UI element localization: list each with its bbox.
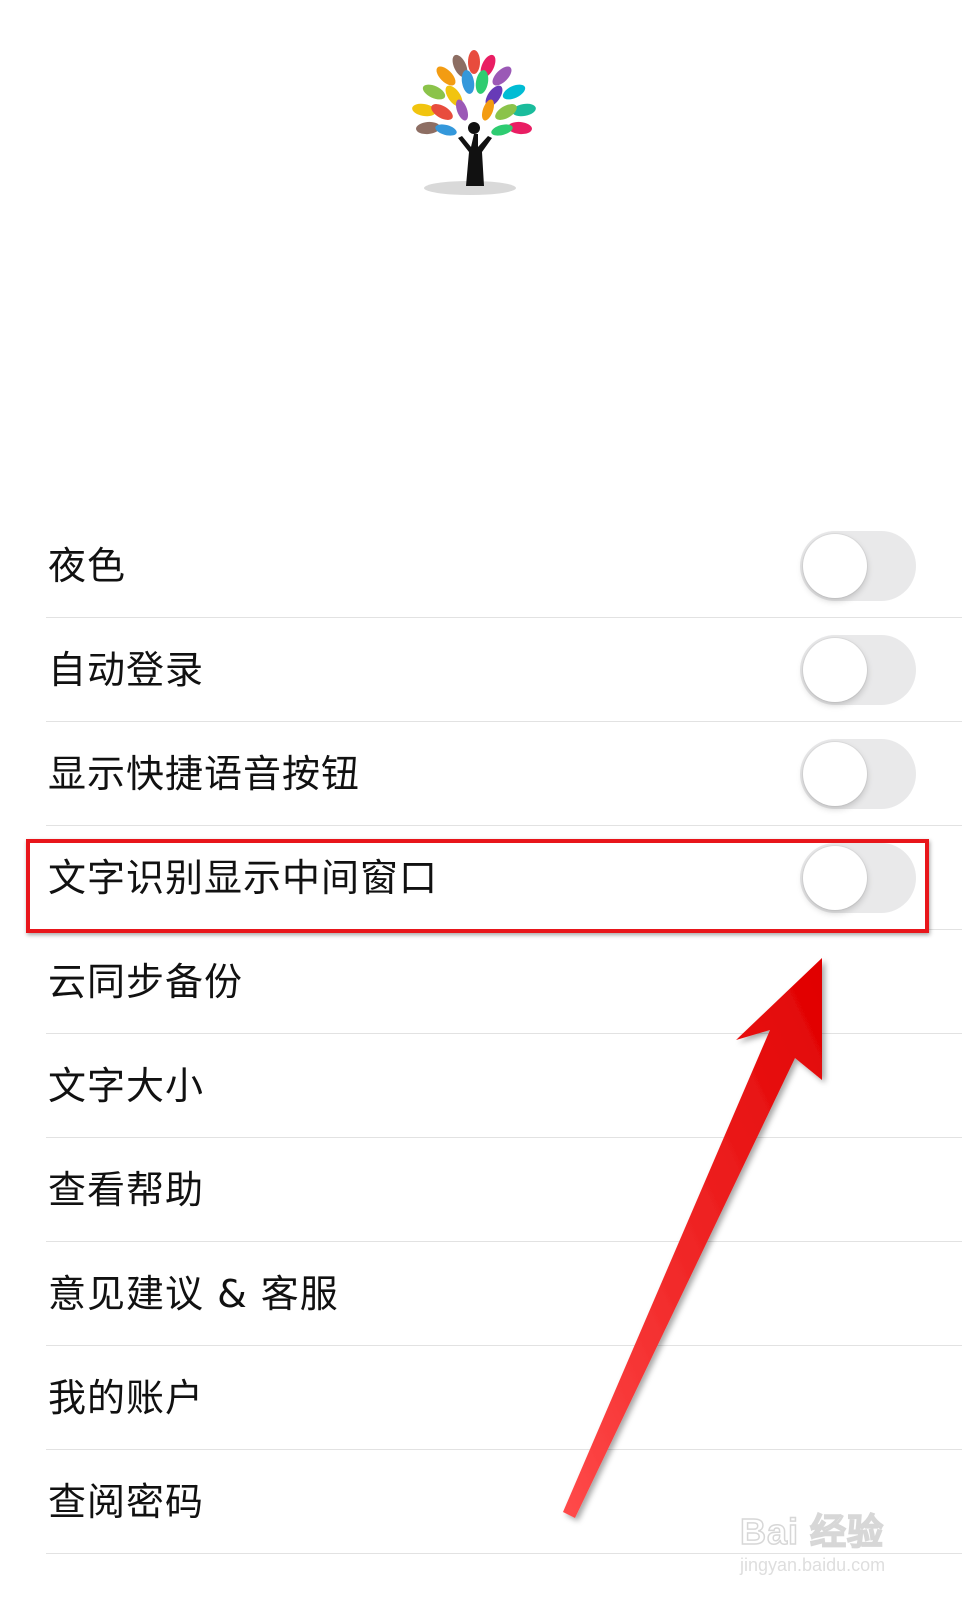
settings-row-my-account[interactable]: 我的账户 — [0, 1346, 962, 1450]
settings-row-label: 查阅密码 — [48, 1480, 205, 1524]
settings-row-auto-login[interactable]: 自动登录 — [0, 618, 962, 722]
settings-row-label: 夜色 — [48, 544, 127, 588]
settings-list: 夜色 自动登录 显示快捷语音按钮 文字识别显示中间窗口 云同步备份 文字大小 查… — [0, 514, 962, 1554]
toggle-knob — [803, 638, 867, 702]
colorful-tree-logo-icon — [412, 50, 536, 195]
settings-row-night-mode[interactable]: 夜色 — [0, 514, 962, 618]
settings-row-label: 云同步备份 — [48, 960, 244, 1004]
toggle-knob — [803, 534, 867, 598]
auto-login-toggle[interactable] — [800, 635, 916, 705]
watermark-url: jingyan.baidu.com — [740, 1555, 886, 1575]
settings-row-label: 自动登录 — [48, 648, 205, 692]
voice-button-toggle[interactable] — [800, 739, 916, 809]
settings-row-label: 意见建议 & 客服 — [48, 1272, 339, 1316]
settings-row-label: 文字大小 — [48, 1064, 205, 1108]
toggle-knob — [803, 846, 867, 910]
settings-row-ocr-center-window[interactable]: 文字识别显示中间窗口 — [0, 826, 962, 930]
settings-row-cloud-backup[interactable]: 云同步备份 — [0, 930, 962, 1034]
night-mode-toggle[interactable] — [800, 531, 916, 601]
settings-row-voice-button[interactable]: 显示快捷语音按钮 — [0, 722, 962, 826]
settings-row-help[interactable]: 查看帮助 — [0, 1138, 962, 1242]
settings-row-label: 查看帮助 — [48, 1168, 205, 1212]
settings-row-label: 文字识别显示中间窗口 — [48, 856, 439, 900]
ocr-center-window-toggle[interactable] — [800, 843, 916, 913]
settings-row-label: 我的账户 — [48, 1376, 205, 1420]
settings-row-font-size[interactable]: 文字大小 — [0, 1034, 962, 1138]
settings-row-feedback[interactable]: 意见建议 & 客服 — [0, 1242, 962, 1346]
settings-row-view-password[interactable]: 查阅密码 — [0, 1450, 962, 1554]
settings-row-label: 显示快捷语音按钮 — [48, 752, 361, 796]
toggle-knob — [803, 742, 867, 806]
